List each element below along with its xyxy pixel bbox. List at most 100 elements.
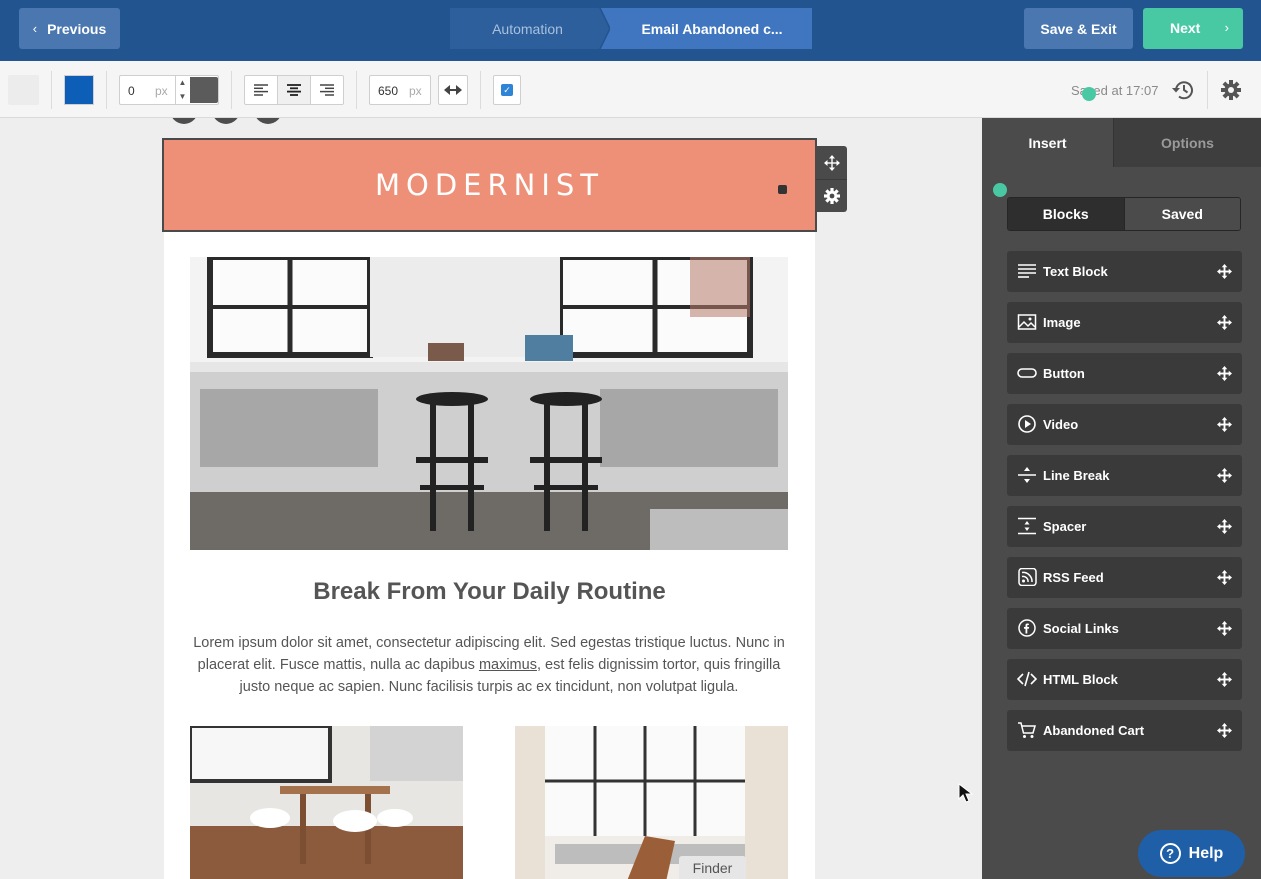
border-color-swatch[interactable] bbox=[190, 77, 218, 103]
body-link[interactable]: maximus bbox=[479, 657, 537, 673]
history-icon[interactable] bbox=[1172, 80, 1194, 100]
email-headline[interactable]: Break From Your Daily Routine bbox=[164, 578, 815, 606]
chevron-right-icon: › bbox=[1224, 20, 1229, 35]
border-width-value: 0 bbox=[128, 84, 135, 98]
toolbar-divider bbox=[1207, 71, 1208, 109]
breadcrumb: Automation Email Abandoned c... bbox=[450, 8, 812, 49]
insert-indicator-dot bbox=[993, 183, 1007, 197]
page-background-swatch[interactable] bbox=[8, 75, 39, 105]
block-tools bbox=[816, 146, 847, 212]
dining-room-image[interactable] bbox=[190, 726, 463, 879]
block-item-label: Spacer bbox=[1043, 519, 1087, 534]
email-body-text[interactable]: Lorem ipsum dolor sit amet, consectetur … bbox=[188, 632, 790, 698]
block-item-abandoned-cart[interactable]: Abandoned Cart bbox=[1007, 710, 1242, 751]
mouse-cursor-icon bbox=[958, 783, 974, 803]
drag-handle-icon[interactable] bbox=[1217, 315, 1232, 330]
editor-canvas: MODERNIST Break From Your Daily Routine … bbox=[0, 118, 982, 879]
breadcrumb-automation[interactable]: Automation bbox=[450, 8, 605, 49]
drag-handle-icon[interactable] bbox=[1217, 468, 1232, 483]
drag-handle-icon[interactable] bbox=[1217, 519, 1232, 534]
segment-blocks[interactable]: Blocks bbox=[1008, 198, 1124, 230]
resize-handle[interactable] bbox=[778, 185, 787, 194]
cart-icon bbox=[1018, 722, 1036, 738]
row-control-handle[interactable] bbox=[254, 118, 282, 124]
align-right-icon bbox=[320, 84, 334, 96]
block-item-video[interactable]: Video bbox=[1007, 404, 1242, 445]
block-item-label: Button bbox=[1043, 366, 1085, 381]
question-circle-icon: ? bbox=[1159, 843, 1181, 864]
insert-sidebar: Insert Options Blocks Saved Text Block I… bbox=[982, 118, 1261, 879]
checkmark-icon: ✓ bbox=[501, 84, 513, 96]
gear-icon bbox=[823, 188, 840, 204]
previous-label: Previous bbox=[47, 20, 107, 37]
row-controls bbox=[170, 118, 282, 124]
drag-handle-icon[interactable] bbox=[1217, 366, 1232, 381]
block-item-button[interactable]: Button bbox=[1007, 353, 1242, 394]
align-left-icon bbox=[254, 84, 268, 96]
block-item-label: Line Break bbox=[1043, 468, 1110, 483]
blocks-saved-toggle: Blocks Saved bbox=[1007, 197, 1241, 231]
block-item-image[interactable]: Image bbox=[1007, 302, 1242, 343]
border-width-stepper[interactable]: ▲ ▼ bbox=[175, 76, 189, 104]
gear-icon[interactable] bbox=[1221, 80, 1241, 100]
block-item-label: Social Links bbox=[1043, 621, 1119, 636]
breadcrumb-arrow-icon bbox=[598, 8, 610, 49]
stepper-down-icon[interactable]: ▼ bbox=[176, 90, 189, 104]
toolbar-divider bbox=[356, 71, 357, 109]
drag-handle-icon[interactable] bbox=[1217, 621, 1232, 636]
block-settings-button[interactable] bbox=[816, 179, 847, 212]
full-width-toggle[interactable] bbox=[438, 75, 468, 105]
drag-handle-icon[interactable] bbox=[1217, 723, 1232, 738]
block-item-spacer[interactable]: Spacer bbox=[1007, 506, 1242, 547]
align-right-button[interactable] bbox=[311, 76, 343, 104]
block-item-label: Video bbox=[1043, 417, 1079, 432]
block-item-rss[interactable]: RSS Feed bbox=[1007, 557, 1242, 598]
format-toolbar: 0 px ▲ ▼ 650 px ✓ Saved at 17:07 bbox=[0, 61, 1261, 118]
toolbar-divider bbox=[480, 71, 481, 109]
stepper-up-icon[interactable]: ▲ bbox=[176, 76, 189, 90]
row-control-handle[interactable] bbox=[170, 118, 198, 124]
code-icon bbox=[1017, 671, 1037, 687]
block-list: Text Block Image Button Video Line Break… bbox=[1007, 251, 1242, 761]
block-item-html[interactable]: HTML Block bbox=[1007, 659, 1242, 700]
drag-handle-icon[interactable] bbox=[1217, 672, 1232, 687]
toolbar-divider bbox=[51, 71, 52, 109]
content-width-input[interactable]: 650 px bbox=[369, 75, 431, 105]
previous-button[interactable]: ‹ Previous bbox=[19, 8, 120, 49]
header-block-selected[interactable]: MODERNIST bbox=[162, 138, 817, 232]
toolbar-divider bbox=[106, 71, 107, 109]
segment-saved[interactable]: Saved bbox=[1123, 198, 1240, 230]
spacer-icon bbox=[1018, 517, 1036, 535]
image-icon bbox=[1017, 314, 1037, 330]
breadcrumb-current-email[interactable]: Email Abandoned c... bbox=[600, 8, 812, 49]
finder-tooltip: Finder bbox=[679, 856, 746, 879]
block-item-line-break[interactable]: Line Break bbox=[1007, 455, 1242, 496]
tab-options[interactable]: Options bbox=[1113, 118, 1261, 167]
block-background-swatch[interactable] bbox=[64, 75, 94, 105]
drag-handle-icon[interactable] bbox=[1217, 570, 1232, 585]
play-icon bbox=[1018, 415, 1036, 433]
drag-handle-icon[interactable] bbox=[1217, 264, 1232, 279]
tab-insert[interactable]: Insert bbox=[982, 118, 1113, 167]
hero-image[interactable] bbox=[190, 257, 788, 550]
drag-handle-icon[interactable] bbox=[1217, 417, 1232, 432]
rss-icon bbox=[1018, 568, 1037, 586]
visibility-checkbox[interactable]: ✓ bbox=[493, 75, 521, 105]
next-button[interactable]: Next › bbox=[1143, 8, 1243, 49]
help-label: Help bbox=[1188, 844, 1224, 862]
block-item-label: Image bbox=[1043, 315, 1081, 330]
block-item-social[interactable]: Social Links bbox=[1007, 608, 1242, 649]
content-width-unit: px bbox=[409, 84, 422, 98]
block-item-text[interactable]: Text Block bbox=[1007, 251, 1242, 292]
help-button[interactable]: ? Help bbox=[1138, 830, 1245, 877]
move-block-button[interactable] bbox=[816, 146, 847, 179]
save-exit-button[interactable]: Save & Exit bbox=[1024, 8, 1133, 49]
logo-text: MODERNIST bbox=[374, 168, 605, 202]
align-center-icon bbox=[287, 84, 301, 96]
alignment-group bbox=[244, 75, 344, 105]
row-control-handle[interactable] bbox=[212, 118, 240, 124]
living-room-image[interactable] bbox=[515, 726, 788, 879]
align-left-button[interactable] bbox=[245, 76, 278, 104]
border-width-input[interactable]: 0 px ▲ ▼ bbox=[119, 75, 219, 105]
align-center-button[interactable] bbox=[278, 76, 311, 104]
